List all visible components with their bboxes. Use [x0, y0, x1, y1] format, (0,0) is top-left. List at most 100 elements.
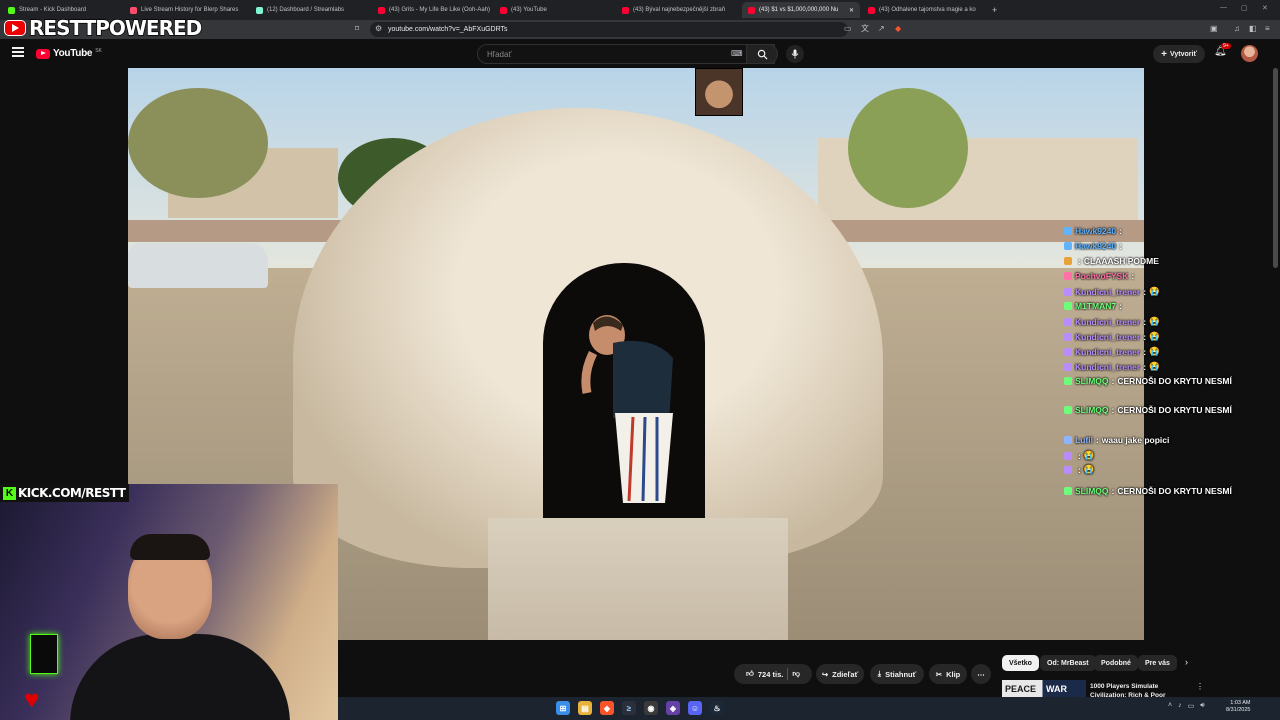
- thumbs-down-icon: 👎︎: [792, 669, 800, 678]
- discord-icon[interactable]: ☺: [688, 701, 702, 715]
- recommended-thumbnail[interactable]: PEACE WAR: [1002, 680, 1086, 698]
- share-page-icon[interactable]: ↗: [878, 25, 885, 33]
- tab-byval[interactable]: (43) Býval najnebezpečnější zbraň: [616, 2, 740, 18]
- address-bar[interactable]: ⚙ youtube.com/watch?v=_AbFXuGDRTs: [370, 22, 848, 37]
- tab-streamlabs[interactable]: (12) Dashboard / Streamlabs: [250, 2, 370, 18]
- youtube-play-icon: [36, 48, 50, 59]
- webcam-pc-case: [30, 634, 58, 674]
- webcam-streamer-body: [70, 634, 290, 720]
- chat-separator: :: [1143, 286, 1147, 297]
- search-icon: [757, 49, 768, 60]
- minimize-icon[interactable]: —: [1220, 4, 1227, 11]
- brave-browser-icon[interactable]: ◆: [600, 701, 614, 715]
- chat-separator: :: [1119, 301, 1122, 311]
- dislike-button[interactable]: 👎︎: [792, 669, 800, 679]
- chevron-up-icon[interactable]: ˄: [1168, 702, 1172, 710]
- chat-username: Kundicni_trener: [1075, 286, 1141, 297]
- tab-active-video[interactable]: (43) $1 vs $1,000,000,000 Nu ✕: [742, 2, 860, 18]
- chat-text: CLAAASH PODME: [1083, 256, 1159, 266]
- chat-username: SLIMQQ: [1075, 486, 1109, 496]
- heart-icon: ♥: [24, 684, 40, 714]
- sidebar-toggle-icon[interactable]: ▣: [1210, 25, 1218, 33]
- windows-taskbar: [338, 697, 1280, 720]
- chat-text: 😭: [1149, 346, 1160, 356]
- volume-icon[interactable]: 🔊︎: [1200, 702, 1204, 710]
- close-tab-icon[interactable]: ✕: [849, 7, 854, 14]
- chat-text: CERNOŠI DO KRYTU NESMÍ: [1117, 376, 1232, 386]
- blerp-icon: [130, 6, 137, 14]
- bookmark-icon[interactable]: ⌑: [355, 25, 359, 33]
- app-icon[interactable]: ◈: [666, 701, 680, 715]
- terminal-icon[interactable]: ≥: [622, 701, 636, 715]
- microphone-tray-icon[interactable]: ♪: [1178, 702, 1182, 710]
- site-info-icon[interactable]: ⚙: [375, 25, 382, 33]
- chat-badge-icon: [1064, 272, 1072, 280]
- chat-username: Lufil: [1075, 435, 1093, 445]
- chat-separator: :: [1143, 346, 1147, 357]
- chat-text: 😭: [1149, 331, 1160, 341]
- chat-separator: :: [1078, 464, 1081, 475]
- windows-start-icon[interactable]: ⊞: [556, 701, 570, 715]
- voice-search-button[interactable]: [786, 45, 804, 63]
- chat-separator: :: [1078, 450, 1081, 461]
- tab-youtube[interactable]: (43) YouTube: [494, 2, 614, 18]
- youtube-icon: [622, 6, 629, 14]
- youtube-icon: [748, 6, 755, 14]
- taskbar-clock[interactable]: 1:03 AM 8/31/2025: [1226, 700, 1250, 714]
- cast-icon[interactable]: ▭: [844, 25, 852, 33]
- share-button[interactable]: ↪ Zdieľať: [816, 664, 864, 684]
- chat-username: SLIMQQ: [1075, 376, 1109, 386]
- chevron-right-icon[interactable]: ›: [1185, 657, 1188, 667]
- chat-message: Kundicni_trener: 😭: [1064, 316, 1160, 327]
- more-vertical-icon[interactable]: ⋮: [1196, 682, 1204, 691]
- clip-button[interactable]: ✂ Klip: [929, 664, 967, 684]
- maximize-icon[interactable]: ▢: [1241, 4, 1248, 12]
- chat-message: M1TMAN7:: [1064, 301, 1125, 311]
- like-button[interactable]: 👍︎ 724 tis.: [746, 669, 783, 679]
- chat-text: CERNOŠI DO KRYTU NESMÍ: [1117, 405, 1232, 415]
- network-icon[interactable]: ▭: [1188, 702, 1195, 710]
- account-avatar[interactable]: [1241, 45, 1258, 62]
- chat-username: PochvoFYSK: [1075, 271, 1129, 281]
- obs-icon[interactable]: ◉: [644, 701, 658, 715]
- chat-badge-icon: [1064, 436, 1072, 444]
- chat-message: Kundicni_trener: 😭: [1064, 361, 1160, 372]
- translate-icon[interactable]: 文: [861, 25, 869, 33]
- recommended-title[interactable]: 1000 Players Simulate Civilization: Rich…: [1090, 682, 1190, 698]
- tab-odhalene[interactable]: (43) Odhalene tajomstva magie a ko: [862, 2, 986, 18]
- chip-from-mrbeast[interactable]: Od: MrBeast: [1040, 655, 1096, 671]
- create-button[interactable]: + Vytvoriť: [1153, 45, 1205, 63]
- new-tab-button[interactable]: +: [986, 2, 1000, 18]
- webcam-streamer-hair: [130, 534, 210, 560]
- chip-all[interactable]: Všetko: [1002, 655, 1039, 671]
- search-button[interactable]: [746, 44, 778, 64]
- steam-icon[interactable]: ♨: [710, 701, 724, 715]
- chat-badge-icon: [1064, 377, 1072, 385]
- chat-message: Lufil: waau jake popici: [1064, 435, 1169, 445]
- more-horizontal-icon: ⋯: [977, 669, 985, 679]
- window-close-icon[interactable]: ✕: [1262, 4, 1268, 12]
- file-explorer-icon[interactable]: ▤: [578, 701, 592, 715]
- brave-shield-icon[interactable]: ◆: [895, 25, 901, 33]
- kick-icon: [8, 6, 15, 14]
- media-icon[interactable]: ♫: [1234, 25, 1240, 33]
- tab-grits[interactable]: (43) Grits - My Life Be Like (Ooh-Aah): [372, 2, 492, 18]
- download-button[interactable]: ⤓ Stiahnuť: [870, 664, 924, 684]
- plus-icon: +: [1161, 48, 1167, 60]
- chat-separator: :: [1111, 376, 1115, 386]
- chat-text: 😭: [1083, 464, 1095, 474]
- panel-icon[interactable]: ◧: [1249, 25, 1257, 33]
- more-actions-button[interactable]: ⋯: [971, 664, 991, 684]
- keyboard-icon[interactable]: ⌨: [731, 50, 743, 58]
- chat-text: 😭: [1149, 361, 1160, 371]
- chat-message: Hawk9240:: [1064, 241, 1125, 251]
- chip-for-you[interactable]: Pre vás: [1138, 655, 1177, 671]
- system-tray[interactable]: ˄ ♪ ▭ 🔊︎: [1168, 702, 1205, 710]
- video-scene-tree: [128, 88, 268, 198]
- hamburger-menu-icon[interactable]: [12, 47, 24, 57]
- chat-username: Hawk9240: [1075, 226, 1117, 236]
- browser-menu-icon[interactable]: ≡: [1265, 25, 1270, 33]
- chip-related[interactable]: Podobné: [1094, 655, 1138, 671]
- chat-separator: :: [1143, 331, 1147, 342]
- youtube-logo[interactable]: YouTube SK: [36, 48, 102, 59]
